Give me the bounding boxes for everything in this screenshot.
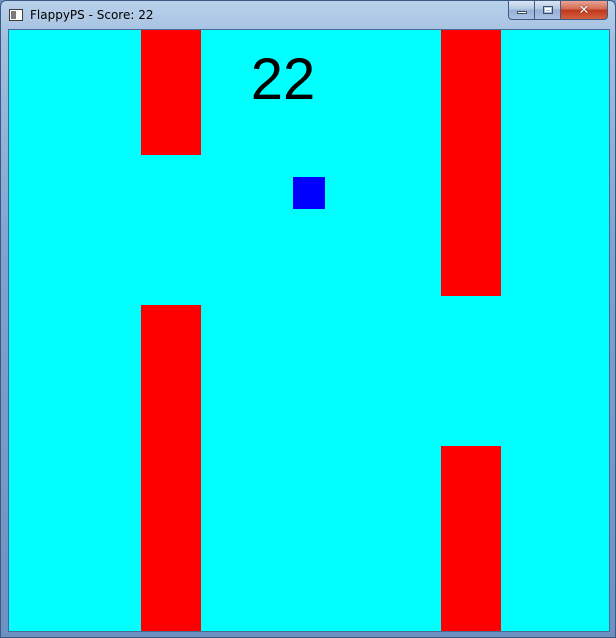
minimize-icon	[517, 11, 527, 14]
pipe-bottom-left	[141, 305, 201, 631]
pipe-top-right	[441, 30, 501, 296]
caption-buttons: ✕	[508, 1, 608, 21]
game-window: FlappyPS - Score: 22 ✕ 22	[0, 0, 616, 638]
score-display: 22	[250, 47, 316, 112]
window-app-icon[interactable]	[9, 9, 23, 21]
title-bar[interactable]: FlappyPS - Score: 22 ✕	[1, 1, 615, 30]
pipe-top-left	[141, 30, 201, 155]
window-title: FlappyPS - Score: 22	[30, 8, 154, 22]
pipe-bottom-right	[441, 446, 501, 631]
player-square	[293, 177, 325, 209]
close-button[interactable]: ✕	[561, 1, 608, 20]
maximize-button[interactable]	[535, 1, 561, 20]
maximize-icon	[543, 6, 553, 14]
game-canvas[interactable]: 22	[8, 29, 610, 632]
minimize-button[interactable]	[508, 1, 535, 20]
close-icon: ✕	[578, 2, 590, 18]
